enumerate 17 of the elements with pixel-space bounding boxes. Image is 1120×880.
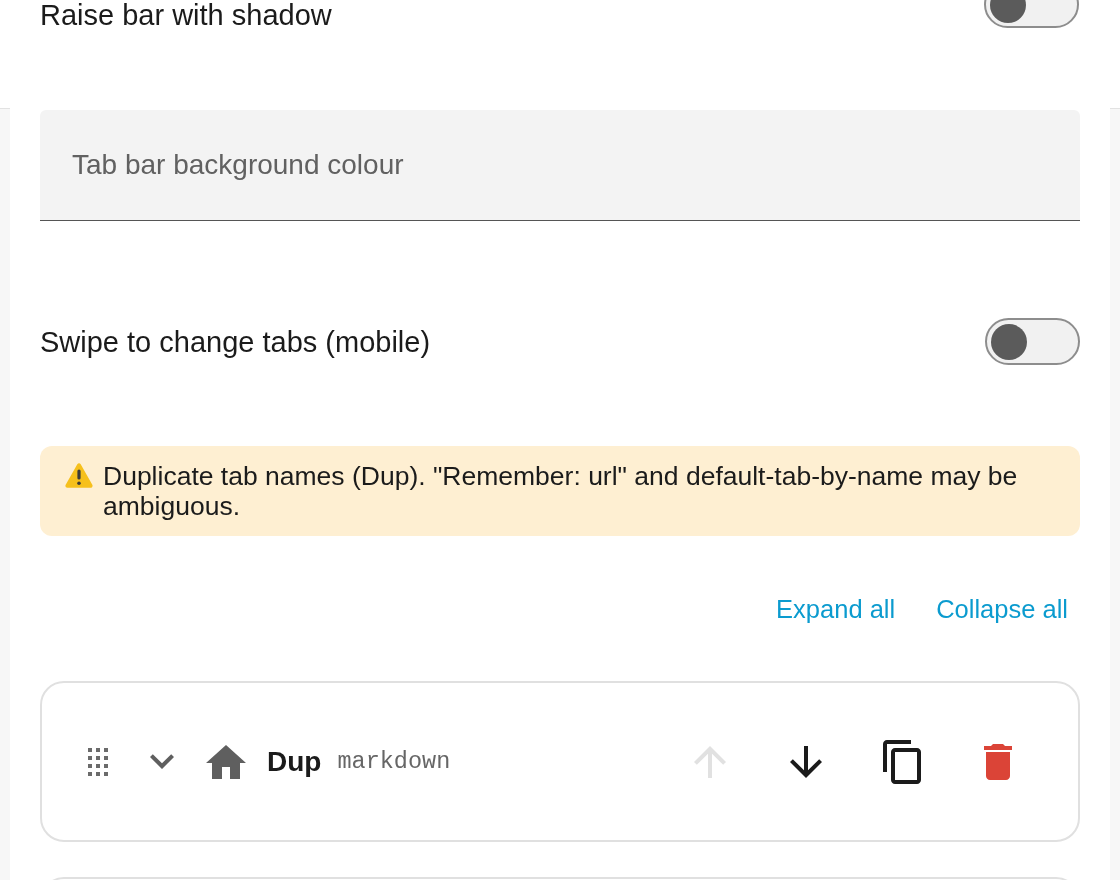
- toggle-switch[interactable]: [985, 318, 1080, 365]
- colour-field[interactable]: Tab bar background colour: [40, 110, 1080, 221]
- warning-icon: [65, 462, 93, 488]
- card-type: markdown: [337, 748, 451, 775]
- arrow-up-icon: [694, 745, 726, 778]
- collapse-all-link[interactable]: Collapse all: [936, 593, 1068, 625]
- delete-icon: [984, 743, 1012, 780]
- drag-handle-icon[interactable]: [88, 747, 108, 776]
- shadow-setting-label: Raise bar with shadow: [40, 0, 332, 30]
- expand-all-link[interactable]: Expand all: [776, 593, 896, 625]
- arrow-down-icon: [790, 745, 822, 778]
- copy-icon: [883, 739, 921, 784]
- swipe-setting-label: Swipe to change tabs (mobile): [40, 326, 431, 357]
- warning-text: Duplicate tab names (Dup). "Remember: url" and default-tab-by-name may be ambiguous.: [103, 461, 1019, 521]
- chevron-down-icon: [150, 754, 174, 769]
- house-icon: [206, 744, 246, 779]
- tab-name: Dup: [267, 745, 322, 778]
